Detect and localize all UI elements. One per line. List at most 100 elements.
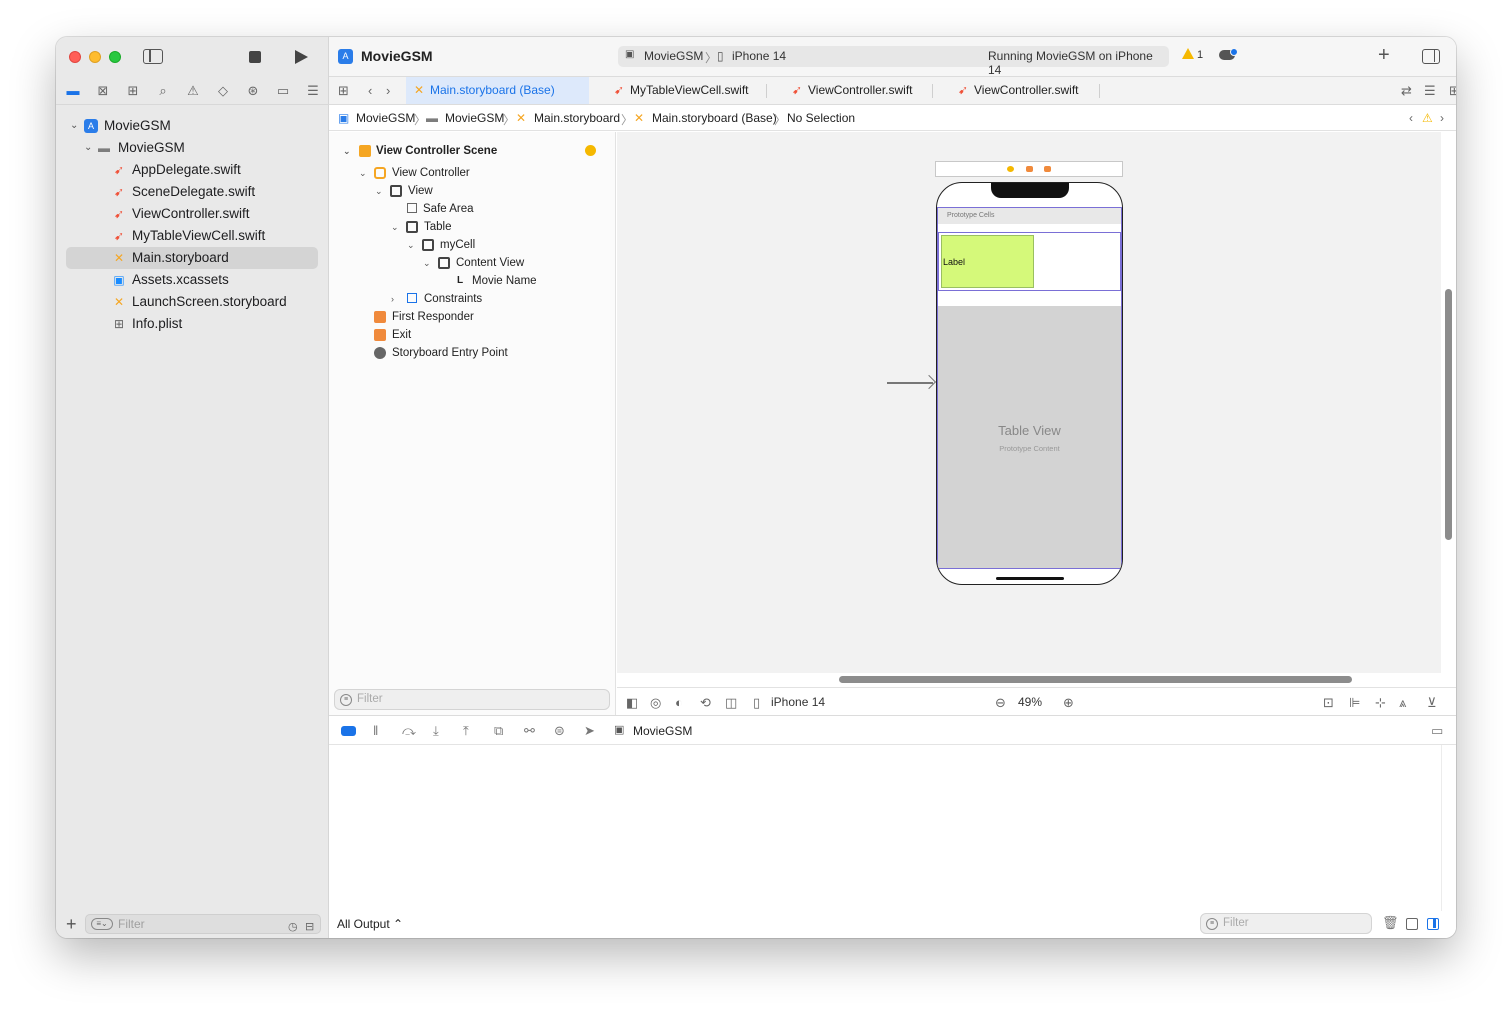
debug-icon[interactable]: ⊛: [245, 83, 261, 99]
tree-item-file[interactable]: ⊞ Info.plist: [66, 313, 318, 335]
editor-options-icon[interactable]: ☰: [1424, 83, 1436, 99]
zoom-out-icon[interactable]: ⊖: [995, 695, 1006, 711]
tab-main-storyboard[interactable]: ✕ Main.storyboard (Base): [406, 77, 589, 104]
zoom-in-icon[interactable]: ⊕: [1063, 695, 1074, 711]
view-hierarchy-icon[interactable]: ⧉: [494, 723, 503, 739]
add-constraints-icon[interactable]: ⊹: [1375, 695, 1386, 711]
first-responder-dock-icon[interactable]: [1026, 166, 1033, 172]
tree-item-file-selected[interactable]: ✕ Main.storyboard: [66, 247, 318, 269]
prototype-cell[interactable]: Label: [938, 232, 1121, 291]
device-icon[interactable]: ▯: [753, 695, 760, 711]
outline-filter-input[interactable]: ≡ Filter: [334, 689, 610, 710]
console-output[interactable]: [329, 745, 1456, 911]
location-icon[interactable]: ➤: [584, 723, 595, 739]
warning-icon[interactable]: ⚠: [1422, 111, 1433, 125]
chevron-down-icon[interactable]: ⌄: [70, 115, 80, 137]
orientation-icon[interactable]: ⟲: [700, 695, 711, 711]
breadcrumb-project[interactable]: MovieGSM: [356, 111, 415, 125]
output-selector[interactable]: All Output ⌃: [337, 917, 403, 931]
table-view-frame[interactable]: Prototype Cells Label Table View Prototy…: [937, 207, 1122, 569]
tab-viewcontroller-2[interactable]: ➹ ViewController.swift: [950, 77, 1100, 104]
storyboard-canvas[interactable]: Prototype Cells Label Table View Prototy…: [617, 132, 1441, 673]
tree-item-file[interactable]: ➹ AppDelegate.swift: [66, 159, 318, 181]
step-over-icon[interactable]: ⤼: [402, 723, 416, 739]
folder-icon[interactable]: ▬: [65, 83, 81, 99]
warning-icon[interactable]: [1182, 48, 1194, 59]
breakpoint-icon[interactable]: ▭: [275, 83, 291, 99]
console-pane-icon[interactable]: [1427, 918, 1439, 930]
forward-icon[interactable]: ›: [386, 83, 390, 98]
tree-item-file[interactable]: ➹ SceneDelegate.swift: [66, 181, 318, 203]
scene-warning-icon[interactable]: [585, 145, 596, 156]
symbol-hierarchy-icon[interactable]: ⊞: [125, 83, 141, 99]
pause-icon[interactable]: ‖: [373, 723, 378, 738]
device-config-button[interactable]: iPhone 14: [771, 695, 825, 709]
device-selector[interactable]: iPhone 14: [732, 49, 786, 63]
back-icon[interactable]: ‹: [368, 83, 372, 98]
step-into-icon[interactable]: ⤓: [433, 723, 439, 739]
tab-mytableviewcell[interactable]: ➹ MyTableViewCell.swift: [606, 77, 766, 104]
source-control-icon[interactable]: ⊠: [95, 83, 111, 99]
debug-target-label[interactable]: MovieGSM: [633, 724, 692, 738]
step-out-icon[interactable]: ⤒: [463, 723, 469, 739]
chevron-down-icon[interactable]: ⌄: [375, 182, 383, 200]
warning-icon[interactable]: ⚠: [185, 83, 201, 99]
chevron-down-icon[interactable]: ⌄: [423, 254, 431, 272]
debug-area-toggle[interactable]: [341, 726, 356, 736]
library-plus-button[interactable]: +: [1378, 44, 1390, 67]
canvas-vertical-scrollbar[interactable]: [1445, 289, 1452, 540]
variables-pane-icon[interactable]: [1406, 918, 1418, 930]
tree-item-folder[interactable]: ⌄ ▬ MovieGSM: [66, 137, 318, 159]
tree-item-file[interactable]: ✕ LaunchScreen.storyboard: [66, 291, 318, 313]
embed-in-icon[interactable]: ⊻: [1427, 695, 1437, 711]
console-filter-input[interactable]: ≡ Filter: [1200, 913, 1372, 934]
inspector-toggle-icon[interactable]: [1422, 49, 1440, 64]
trait-icon[interactable]: ◫: [725, 695, 737, 711]
environment-icon[interactable]: ⊜: [554, 723, 565, 739]
recent-files-icon[interactable]: ◷: [288, 918, 298, 936]
test-icon[interactable]: ◇: [215, 83, 231, 99]
chevron-down-icon[interactable]: ⌄: [359, 164, 367, 182]
memory-graph-icon[interactable]: ⚯: [524, 723, 535, 739]
filter-options-icon[interactable]: ≡⌄: [91, 918, 113, 930]
next-issue-icon[interactable]: ›: [1440, 111, 1444, 125]
navigator-filter-input[interactable]: ≡⌄ Filter ◷ ⊟: [85, 914, 321, 934]
exit-dock-icon[interactable]: [1044, 166, 1051, 172]
chevron-down-icon[interactable]: ⌄: [391, 218, 399, 236]
outline-toggle-icon[interactable]: ◧: [626, 695, 638, 711]
canvas-horizontal-scrollbar[interactable]: [839, 676, 1352, 683]
breadcrumb-selection[interactable]: No Selection: [787, 111, 855, 125]
split-editor-icon[interactable]: ⊞: [1449, 83, 1456, 99]
tree-item-file[interactable]: ▣ Assets.xcassets: [66, 269, 318, 291]
chevron-down-icon[interactable]: ⌄: [343, 142, 351, 160]
zoom-window-button[interactable]: [109, 51, 121, 63]
stop-icon[interactable]: [249, 51, 261, 63]
tree-item-file[interactable]: ➹ ViewController.swift: [66, 203, 318, 225]
cell-label[interactable]: Label: [941, 235, 1034, 288]
table-view-body[interactable]: Table View Prototype Content: [938, 306, 1121, 568]
device-frame[interactable]: Prototype Cells Label Table View Prototy…: [936, 182, 1123, 585]
breadcrumb-folder[interactable]: MovieGSM: [445, 111, 504, 125]
chevron-down-icon[interactable]: ⌄: [84, 137, 94, 159]
tree-item-file[interactable]: ➹ MyTableViewCell.swift: [66, 225, 318, 247]
swap-icon[interactable]: ⇄: [1401, 83, 1412, 99]
tab-viewcontroller[interactable]: ➹ ViewController.swift: [784, 77, 934, 104]
tree-item-project[interactable]: ⌄ A MovieGSM: [66, 115, 318, 137]
report-icon[interactable]: ☰: [305, 83, 321, 99]
activity-view[interactable]: ▣ MovieGSM 〉 ▯ iPhone 14 Running MovieGS…: [618, 46, 1169, 77]
breadcrumb-base[interactable]: Main.storyboard (Base): [652, 111, 777, 125]
update-frames-icon[interactable]: ⊡: [1323, 695, 1334, 711]
scene-dock[interactable]: [935, 161, 1123, 177]
grid-icon[interactable]: ⊞: [338, 83, 349, 99]
run-icon[interactable]: [295, 50, 308, 64]
search-icon[interactable]: ⌕: [155, 83, 171, 99]
appearance-icon[interactable]: ◐: [675, 695, 683, 710]
breadcrumb-file[interactable]: Main.storyboard: [534, 111, 620, 125]
add-file-button[interactable]: +: [66, 914, 77, 935]
zoom-level[interactable]: 49%: [1018, 695, 1042, 709]
align-icon[interactable]: ⊫: [1349, 695, 1360, 711]
minimize-window-button[interactable]: [89, 51, 101, 63]
entry-point-arrow[interactable]: [887, 382, 933, 384]
chevron-down-icon[interactable]: ⌄: [407, 236, 415, 254]
hide-debug-icon[interactable]: ▭: [1431, 723, 1443, 739]
